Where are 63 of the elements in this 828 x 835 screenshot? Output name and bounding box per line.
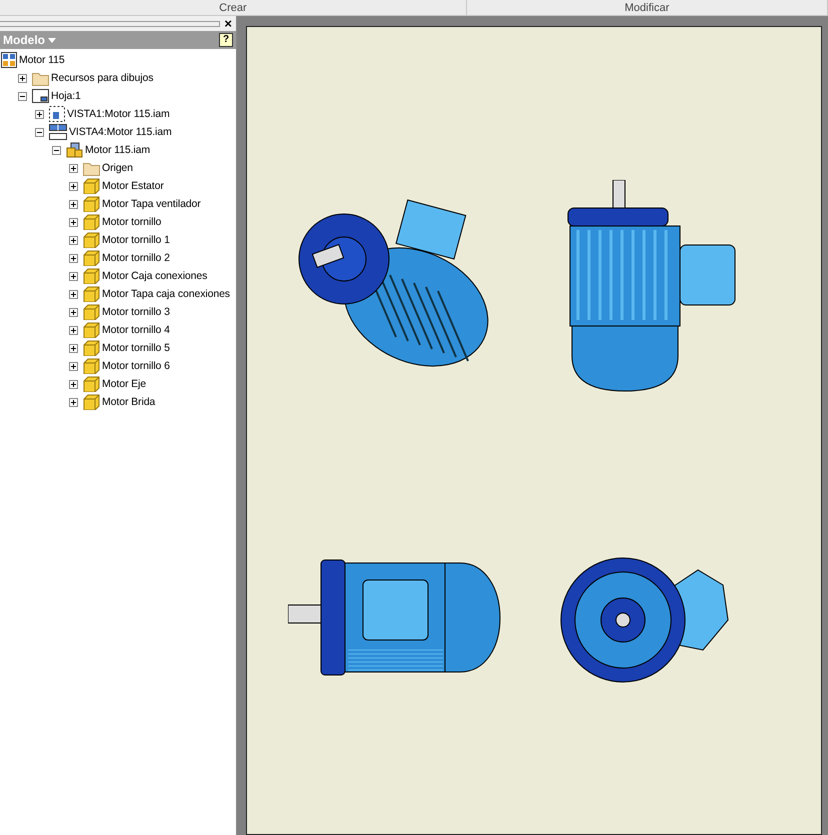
tree-item[interactable]: Motor Caja conexiones — [102, 270, 208, 282]
tree-item[interactable]: Motor Tapa caja conexiones — [102, 288, 230, 300]
part-icon — [83, 286, 100, 302]
expand-toggle[interactable] — [69, 344, 78, 352]
tree-item[interactable]: Motor tornillo 2 — [102, 252, 170, 264]
help-button[interactable]: ? — [219, 33, 233, 47]
part-icon — [83, 214, 100, 230]
expand-toggle[interactable] — [69, 362, 78, 370]
part-icon — [83, 232, 100, 248]
tree-item[interactable]: Motor tornillo 5 — [102, 342, 170, 354]
folder-icon — [32, 70, 49, 86]
part-icon — [83, 322, 100, 338]
part-icon — [83, 304, 100, 320]
part-icon — [83, 358, 100, 374]
expand-toggle[interactable] — [69, 200, 78, 208]
tree-item[interactable]: Motor tornillo 6 — [102, 360, 170, 372]
tree-item[interactable]: Motor tornillo 3 — [102, 306, 170, 318]
ribbon-panel-label: Crear — [219, 2, 247, 15]
part-icon — [83, 340, 100, 356]
dropdown-caret-icon — [48, 38, 56, 42]
expand-toggle[interactable] — [35, 110, 44, 118]
collapse-toggle[interactable] — [52, 146, 61, 154]
tree-item[interactable]: Motor Tapa ventilador — [102, 198, 201, 210]
close-button[interactable]: × — [224, 18, 232, 30]
folder-icon — [83, 160, 100, 176]
expand-toggle[interactable] — [69, 254, 78, 262]
tree-item[interactable]: Recursos para dibujos — [51, 72, 154, 84]
expand-toggle[interactable] — [69, 272, 78, 280]
expand-toggle[interactable] — [69, 380, 78, 388]
tree-item[interactable]: Motor Estator — [102, 180, 164, 192]
expand-toggle[interactable] — [69, 326, 78, 334]
tree-item[interactable]: Motor Brida — [102, 396, 156, 408]
part-icon — [83, 268, 100, 284]
part-icon — [83, 178, 100, 194]
sheet-icon — [32, 89, 49, 103]
tree-item[interactable]: Origen — [102, 162, 133, 174]
tree-item[interactable]: VISTA4:Motor 115.iam — [69, 126, 172, 138]
expand-toggle[interactable] — [69, 236, 78, 244]
ribbon-panel-label: Modificar — [624, 2, 670, 15]
expand-toggle[interactable] — [69, 290, 78, 298]
expand-toggle[interactable] — [69, 182, 78, 190]
collapse-toggle[interactable] — [18, 92, 27, 100]
views-icon — [49, 124, 67, 140]
tree-item[interactable]: Hoja:1 — [51, 90, 81, 102]
assembly-icon — [66, 142, 83, 158]
expand-toggle[interactable] — [69, 164, 78, 172]
tree-item[interactable]: Motor tornillo 1 — [102, 234, 170, 246]
expand-toggle[interactable] — [69, 398, 78, 406]
part-icon — [83, 394, 100, 410]
expand-toggle[interactable] — [69, 308, 78, 316]
tree-item[interactable]: Motor 115.iam — [85, 144, 150, 156]
part-icon — [83, 376, 100, 392]
expand-toggle[interactable] — [18, 74, 27, 82]
tree-item[interactable]: VISTA1:Motor 115.iam — [67, 108, 170, 120]
tree-item[interactable]: Motor tornillo — [102, 216, 162, 228]
tree-item[interactable]: Motor 115 — [19, 54, 65, 66]
expand-toggle[interactable] — [69, 218, 78, 226]
part-icon — [83, 196, 100, 212]
tree-item[interactable]: Motor Eje — [102, 378, 146, 390]
part-icon — [83, 250, 100, 266]
tree-item[interactable]: Motor tornillo 4 — [102, 324, 170, 336]
collapse-toggle[interactable] — [35, 128, 44, 136]
view-icon — [49, 106, 65, 122]
